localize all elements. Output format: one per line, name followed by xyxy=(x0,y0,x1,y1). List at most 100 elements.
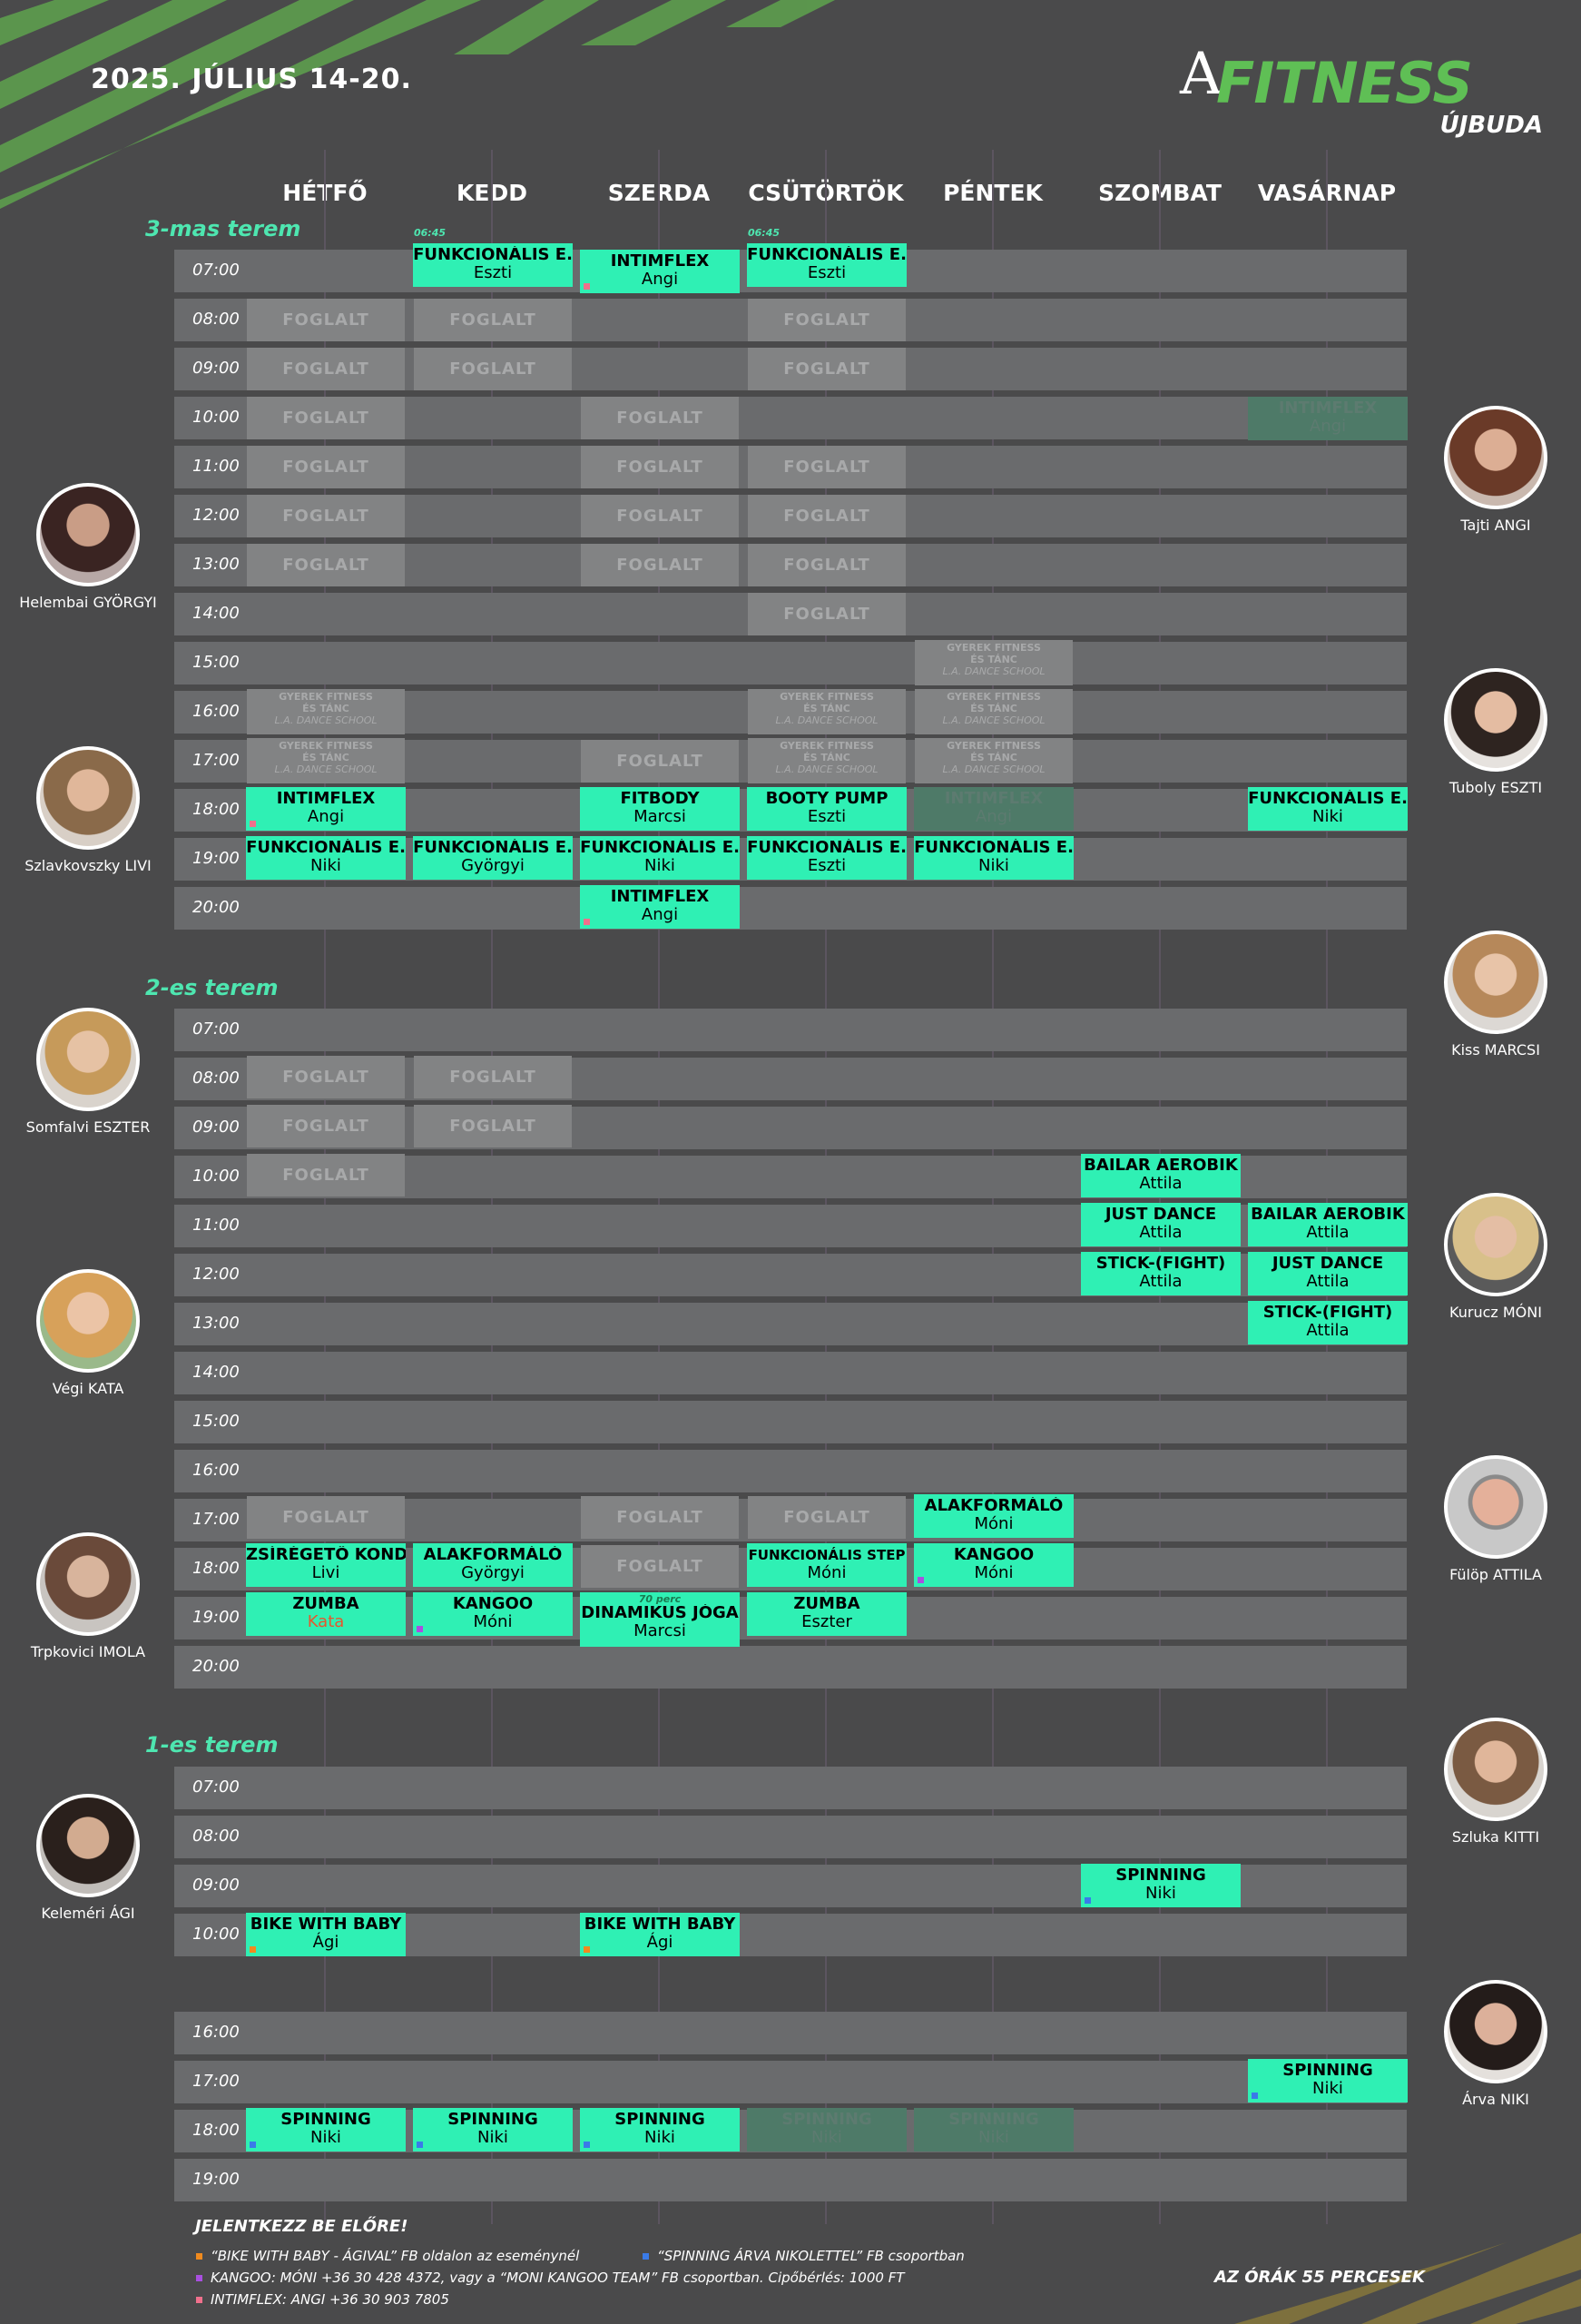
foglalt-block: FOGLALT xyxy=(414,1105,572,1147)
class-card[interactable]: INTIMFLEX Angi xyxy=(246,787,406,831)
class-card[interactable]: BAILAR AEROBIK Attila xyxy=(1081,1154,1241,1197)
time-label: 19:00 xyxy=(192,1608,240,1627)
foglalt-block: FOGLALT xyxy=(247,544,405,586)
time-row: 07:00 xyxy=(174,1767,1407,1809)
class-name: DINAMIKUS JÓGA xyxy=(581,1604,739,1622)
class-card[interactable]: FUNKCIONÁLIS E. Eszti xyxy=(747,836,907,880)
class-card[interactable]: JUST DANCE Attila xyxy=(1081,1203,1241,1246)
class-instructor: Marcsi xyxy=(633,807,686,826)
trainer-avatar xyxy=(1444,1455,1547,1559)
foglalt-block: FOGLALT xyxy=(414,1056,572,1098)
class-card[interactable]: BAILAR AEROBIK Attila xyxy=(1248,1203,1408,1246)
class-card[interactable]: ZSÍRÉGETŐ KONDI Livi xyxy=(246,1543,406,1587)
class-card[interactable]: SPINNING Niki xyxy=(580,2108,740,2152)
class-card[interactable]: FITBODY Marcsi xyxy=(580,787,740,831)
trainer-card: Keleméri ÁGI xyxy=(11,1794,165,1922)
gyerek-line-1: GYEREK FITNESS xyxy=(947,691,1041,703)
trainer-name: Tajti ANGI xyxy=(1460,517,1531,534)
class-card[interactable]: KANGOO Móni xyxy=(914,1543,1074,1587)
trainer-name: Szluka KITTI xyxy=(1451,1828,1540,1846)
class-card[interactable]: FUNKCIONÁLIS E. Niki xyxy=(246,836,406,880)
class-card[interactable]: ALAKFORMÁLÓ Györgyi xyxy=(413,1543,573,1587)
class-name: FUNKCIONÁLIS E. xyxy=(413,246,573,264)
kangoo-dot xyxy=(196,2275,202,2281)
time-label: 07:00 xyxy=(192,261,240,280)
trainer-card: Árva NIKI xyxy=(1419,1980,1573,2108)
gyerek-fitness-block: GYEREK FITNESS ÉS TÁNC L.A. DANCE SCHOOL xyxy=(915,738,1073,783)
time-label: 08:00 xyxy=(192,1827,240,1846)
time-label: 16:00 xyxy=(192,2023,240,2042)
time-label: 10:00 xyxy=(192,1167,240,1186)
foglalt-block: FOGLALT xyxy=(247,1496,405,1539)
section-title-1: 1-es terem xyxy=(145,1732,279,1758)
class-card[interactable]: SPINNING Niki xyxy=(1081,1864,1241,1907)
foglalt-block: FOGLALT xyxy=(247,348,405,390)
class-card[interactable]: FUNKCIONÁLIS E. Eszti xyxy=(413,243,573,287)
class-card[interactable]: FUNKCIONÁLIS E. Niki xyxy=(1248,787,1408,831)
class-card[interactable]: FUNKCIONÁLIS STEP Móni xyxy=(747,1543,907,1587)
class-instructor: Niki xyxy=(310,2128,341,2147)
class-name: SPINNING xyxy=(1115,1866,1206,1885)
gyerek-school: L.A. DANCE SCHOOL xyxy=(775,763,879,775)
class-name: FUNKCIONÁLIS E. xyxy=(914,839,1074,857)
class-name: FUNKCIONÁLIS E. xyxy=(747,839,907,857)
gyerek-school: L.A. DANCE SCHOOL xyxy=(274,763,378,775)
class-card[interactable]: FUNKCIONÁLIS E. Niki xyxy=(580,836,740,880)
time-label: 08:00 xyxy=(192,310,240,329)
spinning-dot xyxy=(643,2253,649,2260)
gyerek-line-2: ÉS TÁNC xyxy=(803,703,850,714)
class-card[interactable]: FUNKCIONÁLIS E. Niki xyxy=(914,836,1074,880)
foglalt-block: FOGLALT xyxy=(581,446,739,488)
class-name: SPINNING xyxy=(280,2111,371,2129)
class-card-cancelled[interactable]: SPINNING Niki xyxy=(747,2108,907,2152)
class-card[interactable]: ZUMBA Eszter xyxy=(747,1592,907,1636)
class-card-cancelled[interactable]: INTIMFLEX Angi xyxy=(1248,397,1408,440)
time-row: 15:00 xyxy=(174,642,1407,684)
early-start-tag: 06:45 xyxy=(748,227,781,239)
class-card[interactable]: INTIMFLEX Angi xyxy=(580,885,740,929)
section-title-2: 2-es terem xyxy=(145,975,279,1000)
legend-bike-text: “BIKE WITH BABY - ÁGIVAL” FB oldalon az … xyxy=(211,2248,580,2264)
spinning-dot xyxy=(584,2142,590,2148)
class-card[interactable]: ALAKFORMÁLÓ Móni xyxy=(914,1494,1074,1538)
class-card[interactable]: BOOTY PUMP Eszti xyxy=(747,787,907,831)
class-card[interactable]: STICK-(FIGHT) Attila xyxy=(1081,1252,1241,1295)
time-label: 09:00 xyxy=(192,1876,240,1895)
time-label: 08:00 xyxy=(192,1068,240,1088)
section-title-3: 3-mas terem xyxy=(145,216,301,241)
class-card[interactable]: FUNKCIONÁLIS E. Eszti xyxy=(747,243,907,287)
class-card[interactable]: SPINNING Niki xyxy=(1248,2059,1408,2102)
class-card[interactable]: INTIMFLEX Angi xyxy=(580,250,740,293)
class-name: FUNKCIONÁLIS E. xyxy=(747,246,907,264)
class-instructor: Niki xyxy=(978,856,1009,875)
time-row: 17:00 xyxy=(174,2061,1407,2103)
week-date: 2025. JÚLIUS 14-20. xyxy=(91,64,412,95)
intimflex-dot xyxy=(250,821,256,827)
gyerek-school: L.A. DANCE SCHOOL xyxy=(274,714,378,726)
class-instructor: Niki xyxy=(644,2128,675,2147)
class-card[interactable]: KANGOO Móni xyxy=(413,1592,573,1636)
time-label: 13:00 xyxy=(192,555,240,574)
class-card[interactable]: 70 perc DINAMIKUS JÓGA Marcsi xyxy=(580,1592,740,1647)
class-instructor: Móni xyxy=(974,1514,1014,1533)
class-card-cancelled[interactable]: SPINNING Niki xyxy=(914,2108,1074,2152)
class-card[interactable]: FUNKCIONÁLIS E. Györgyi xyxy=(413,836,573,880)
class-card[interactable]: BIKE WITH BABY Ági xyxy=(246,1913,406,1956)
class-card[interactable]: SPINNING Niki xyxy=(246,2108,406,2152)
class-card-cancelled[interactable]: INTIMFLEX Angi xyxy=(914,787,1074,831)
foglalt-block: FOGLALT xyxy=(414,348,572,390)
class-instructor: Niki xyxy=(1312,2079,1343,2098)
trainer-name: Helembai GYÖRGYI xyxy=(19,594,157,611)
class-card[interactable]: JUST DANCE Attila xyxy=(1248,1252,1408,1295)
trainer-name: Szlavkovszky LIVI xyxy=(25,857,152,874)
class-card[interactable]: BIKE WITH BABY Ági xyxy=(580,1913,740,1956)
class-card[interactable]: ZUMBA Kata xyxy=(246,1592,406,1636)
class-card[interactable]: STICK-(FIGHT) Attila xyxy=(1248,1301,1408,1344)
time-label: 07:00 xyxy=(192,1777,240,1797)
class-card[interactable]: SPINNING Niki xyxy=(413,2108,573,2152)
time-label: 11:00 xyxy=(192,1216,240,1235)
class-name: JUST DANCE xyxy=(1272,1255,1384,1273)
class-instructor: Eszti xyxy=(473,263,513,282)
gyerek-school: L.A. DANCE SCHOOL xyxy=(942,763,1046,775)
class-instructor: Attila xyxy=(1306,1272,1350,1291)
